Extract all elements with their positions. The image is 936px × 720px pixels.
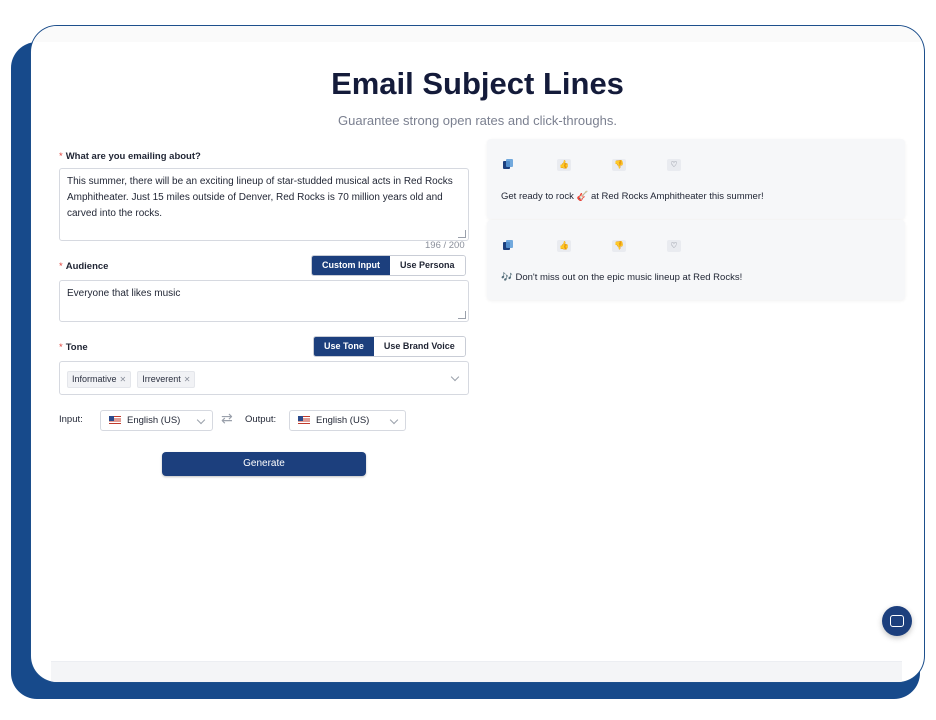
output-language-select[interactable]: English (US) (289, 410, 406, 431)
tone-toggle: Use Tone Use Brand Voice (313, 336, 466, 357)
copy-icon[interactable] (501, 240, 515, 252)
bottom-strip (51, 661, 902, 682)
input-language-select[interactable]: English (US) (100, 410, 213, 431)
audience-text: Everyone that likes music (67, 288, 181, 299)
topic-textarea[interactable]: This summer, there will be an exciting l… (59, 168, 469, 241)
swap-icon[interactable]: ⇄ (221, 410, 233, 427)
remove-tag-icon[interactable]: ✕ (120, 375, 127, 384)
app-window: Email Subject Lines Guarantee strong ope… (31, 26, 924, 682)
heart-icon[interactable]: ♡ (667, 240, 681, 252)
audience-label: * Audience (59, 261, 109, 272)
tone-tag: Irreverent ✕ (137, 371, 196, 388)
copy-icon[interactable] (501, 159, 515, 171)
result-text: Get ready to rock 🎸 at Red Rocks Amphith… (501, 191, 764, 202)
top-strip (31, 26, 924, 42)
resize-handle[interactable] (458, 311, 466, 319)
input-language-value: English (US) (127, 415, 181, 426)
output-language-value: English (US) (316, 415, 370, 426)
tone-label: * Tone (59, 342, 88, 353)
audience-toggle: Custom Input Use Persona (311, 255, 466, 276)
result-text: 🎶 Don't miss out on the epic music lineu… (501, 272, 743, 283)
resize-handle[interactable] (458, 230, 466, 238)
chevron-down-icon (450, 372, 460, 382)
us-flag-icon (298, 416, 310, 424)
output-language-label: Output: (245, 414, 277, 425)
result-card: 👍 👎 ♡ Get ready to rock 🎸 at Red Rocks A… (487, 139, 905, 219)
char-counter: 196 / 200 (425, 240, 465, 251)
tone-tag: Informative ✕ (67, 371, 132, 388)
input-language-label: Input: (59, 414, 83, 425)
topic-text: This summer, there will be an exciting l… (67, 176, 453, 219)
generate-button[interactable]: Generate (162, 452, 366, 476)
thumbs-down-icon[interactable]: 👎 (612, 159, 626, 171)
custom-input-button[interactable]: Custom Input (312, 256, 390, 275)
topic-label: * What are you emailing about? (59, 151, 201, 162)
chevron-down-icon (196, 415, 206, 425)
thumbs-down-icon[interactable]: 👎 (612, 240, 626, 252)
chevron-down-icon (389, 415, 399, 425)
thumbs-up-icon[interactable]: 👍 (557, 240, 571, 252)
use-tone-button[interactable]: Use Tone (314, 337, 374, 356)
heart-icon[interactable]: ♡ (667, 159, 681, 171)
result-card: 👍 👎 ♡ 🎶 Don't miss out on the epic music… (487, 220, 905, 300)
page-subtitle: Guarantee strong open rates and click-th… (338, 113, 617, 128)
chat-button[interactable] (882, 606, 912, 636)
use-brand-voice-button[interactable]: Use Brand Voice (373, 337, 465, 356)
remove-tag-icon[interactable]: ✕ (184, 375, 191, 384)
use-persona-button[interactable]: Use Persona (390, 256, 465, 275)
page-title: Email Subject Lines (331, 66, 624, 101)
tone-select[interactable]: Informative ✕ Irreverent ✕ (59, 361, 469, 395)
chat-icon (890, 615, 904, 627)
thumbs-up-icon[interactable]: 👍 (557, 159, 571, 171)
audience-textarea[interactable]: Everyone that likes music (59, 280, 469, 322)
us-flag-icon (109, 416, 121, 424)
